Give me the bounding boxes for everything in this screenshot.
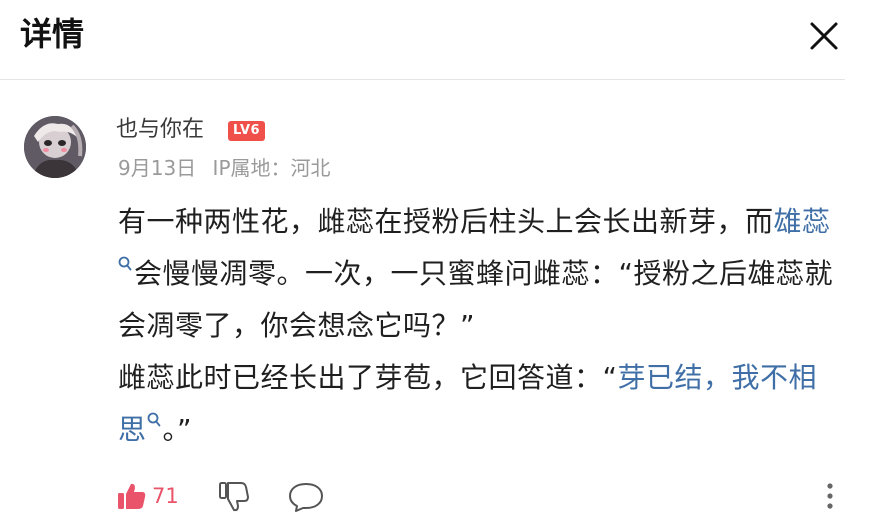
search-icon [147,412,160,427]
comment-bubble-icon [289,483,323,512]
header-bar: 详情 [0,0,870,80]
close-icon [810,22,838,50]
post-date: 9月13日 [118,156,197,180]
author-name[interactable]: 也与你在 [116,115,204,145]
search-link-text: 雄蕊 [773,205,831,238]
content-text: 有一种两性花，雌蕊在授粉后柱头上会长出新芽，而 [118,205,774,238]
dislike-button[interactable] [216,478,252,514]
close-button[interactable] [804,16,844,56]
thumbs-down-icon [219,482,249,512]
post-content: 有一种两性花，雌蕊在授粉后柱头上会长出新芽，而雄蕊会慢慢凋零。一次，一只蜜蜂问雌… [118,196,838,456]
ip-location: IP属地：河北 [212,156,331,180]
avatar-image [24,116,86,178]
action-bar: 71 [0,474,870,518]
search-icon [118,256,132,271]
comment-button[interactable] [287,480,325,514]
page-title: 详情 [20,15,85,53]
like-count: 71 [152,484,179,508]
more-vertical-icon [827,483,833,509]
level-badge: LV6 [228,121,266,141]
header-divider [0,79,845,80]
content-text: 会慢慢凋零。一次，一只蜜蜂问雌蕊：“授粉之后雄蕊就会凋零了，你会想念它吗？” [118,257,834,342]
post-meta: 9月13日 IP属地：河北 [118,154,341,182]
like-button[interactable]: 71 [116,478,179,514]
avatar[interactable] [24,116,86,178]
thumbs-up-icon [118,483,146,509]
more-options-button[interactable] [818,478,842,514]
content-text: 。” [162,413,193,446]
content-text: 雌蕊此时已经长出了芽苞，它回答道：“ [118,361,618,394]
